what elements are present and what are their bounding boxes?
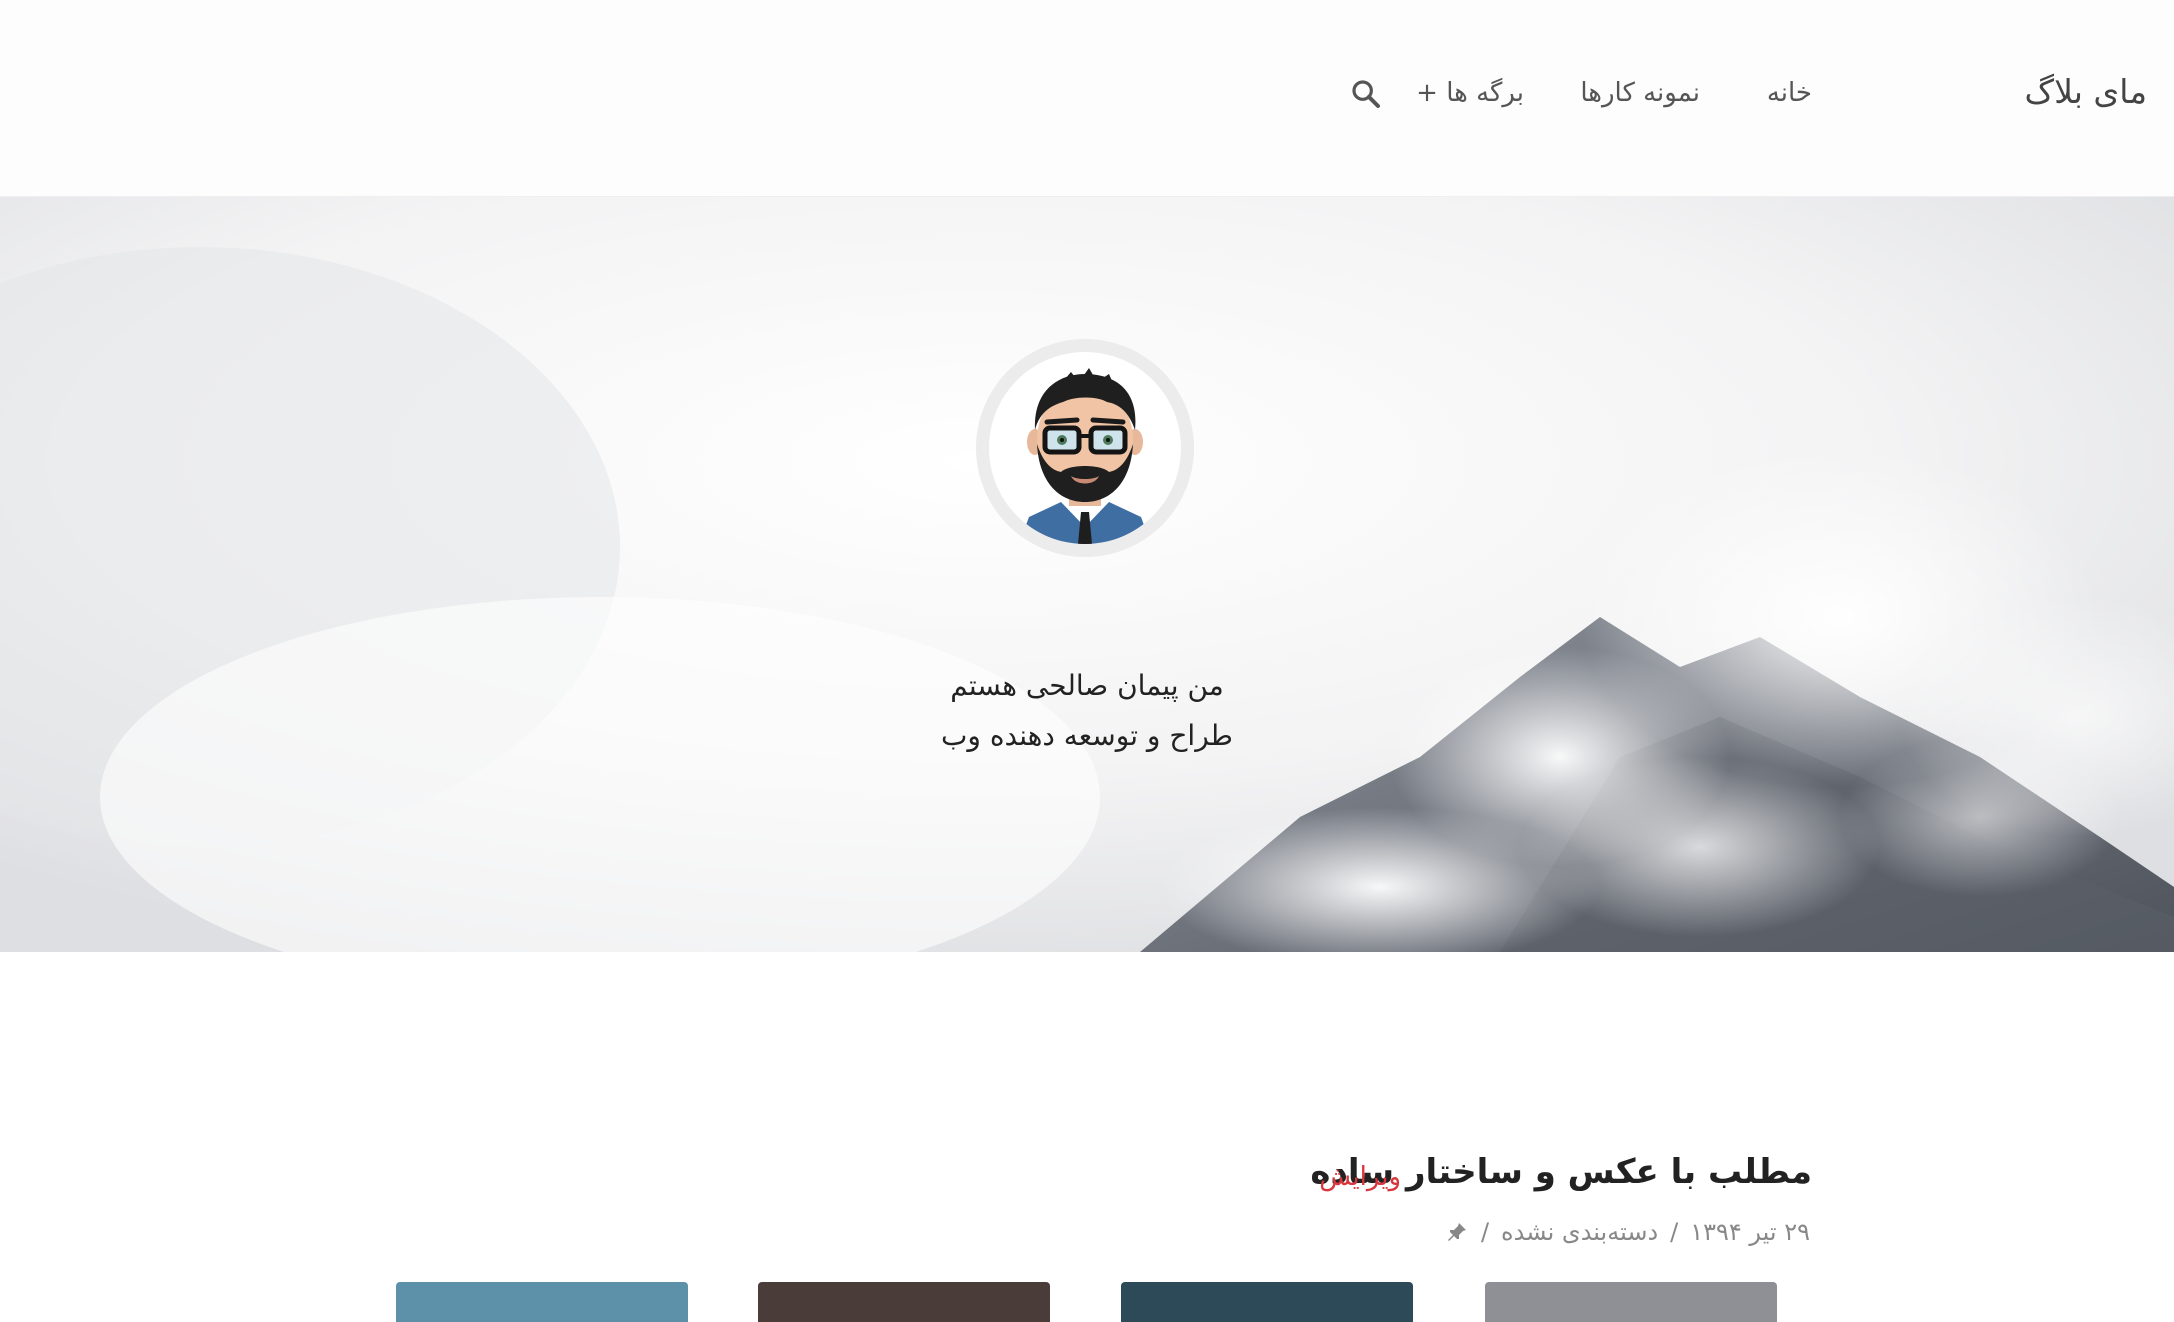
post-thumbnail[interactable]	[396, 1282, 688, 1322]
post-thumbnail[interactable]	[1121, 1282, 1413, 1322]
site-header: مای بلاگ خانه نمونه کارها برگه ها +	[0, 0, 2174, 197]
pin-icon	[1447, 1223, 1466, 1241]
nav-item-portfolio[interactable]: نمونه کارها	[1580, 78, 1700, 108]
post-thumbnail[interactable]	[758, 1282, 1050, 1322]
hero-intro-text: من پیمان صالحی هستم	[950, 669, 1224, 702]
meta-separator: /	[1670, 1218, 1679, 1246]
edit-link[interactable]: ویرایش	[1319, 1162, 1401, 1192]
post-category[interactable]: دسته‌بندی نشده	[1501, 1218, 1658, 1246]
site-title[interactable]: مای بلاگ	[2025, 72, 2147, 111]
avatar-illustration	[989, 352, 1181, 544]
post-meta: ۲۹ تیر ۱۳۹۴ / دسته‌بندی نشده /	[1445, 1218, 1810, 1246]
avatar	[976, 339, 1194, 557]
hero-role-text: طراح و توسعه دهنده وب	[941, 719, 1233, 752]
hero-section: من پیمان صالحی هستم طراح و توسعه دهنده و…	[0, 197, 2174, 952]
post-thumbnail[interactable]	[1485, 1282, 1777, 1322]
nav-item-home[interactable]: خانه	[1767, 78, 1812, 108]
hero-background-image	[0, 197, 2174, 952]
meta-separator: /	[1480, 1218, 1490, 1246]
search-icon[interactable]	[1350, 78, 1382, 110]
nav-item-pages[interactable]: برگه ها +	[1416, 78, 1524, 108]
post-date[interactable]: ۲۹ تیر ۱۳۹۴	[1690, 1218, 1810, 1246]
